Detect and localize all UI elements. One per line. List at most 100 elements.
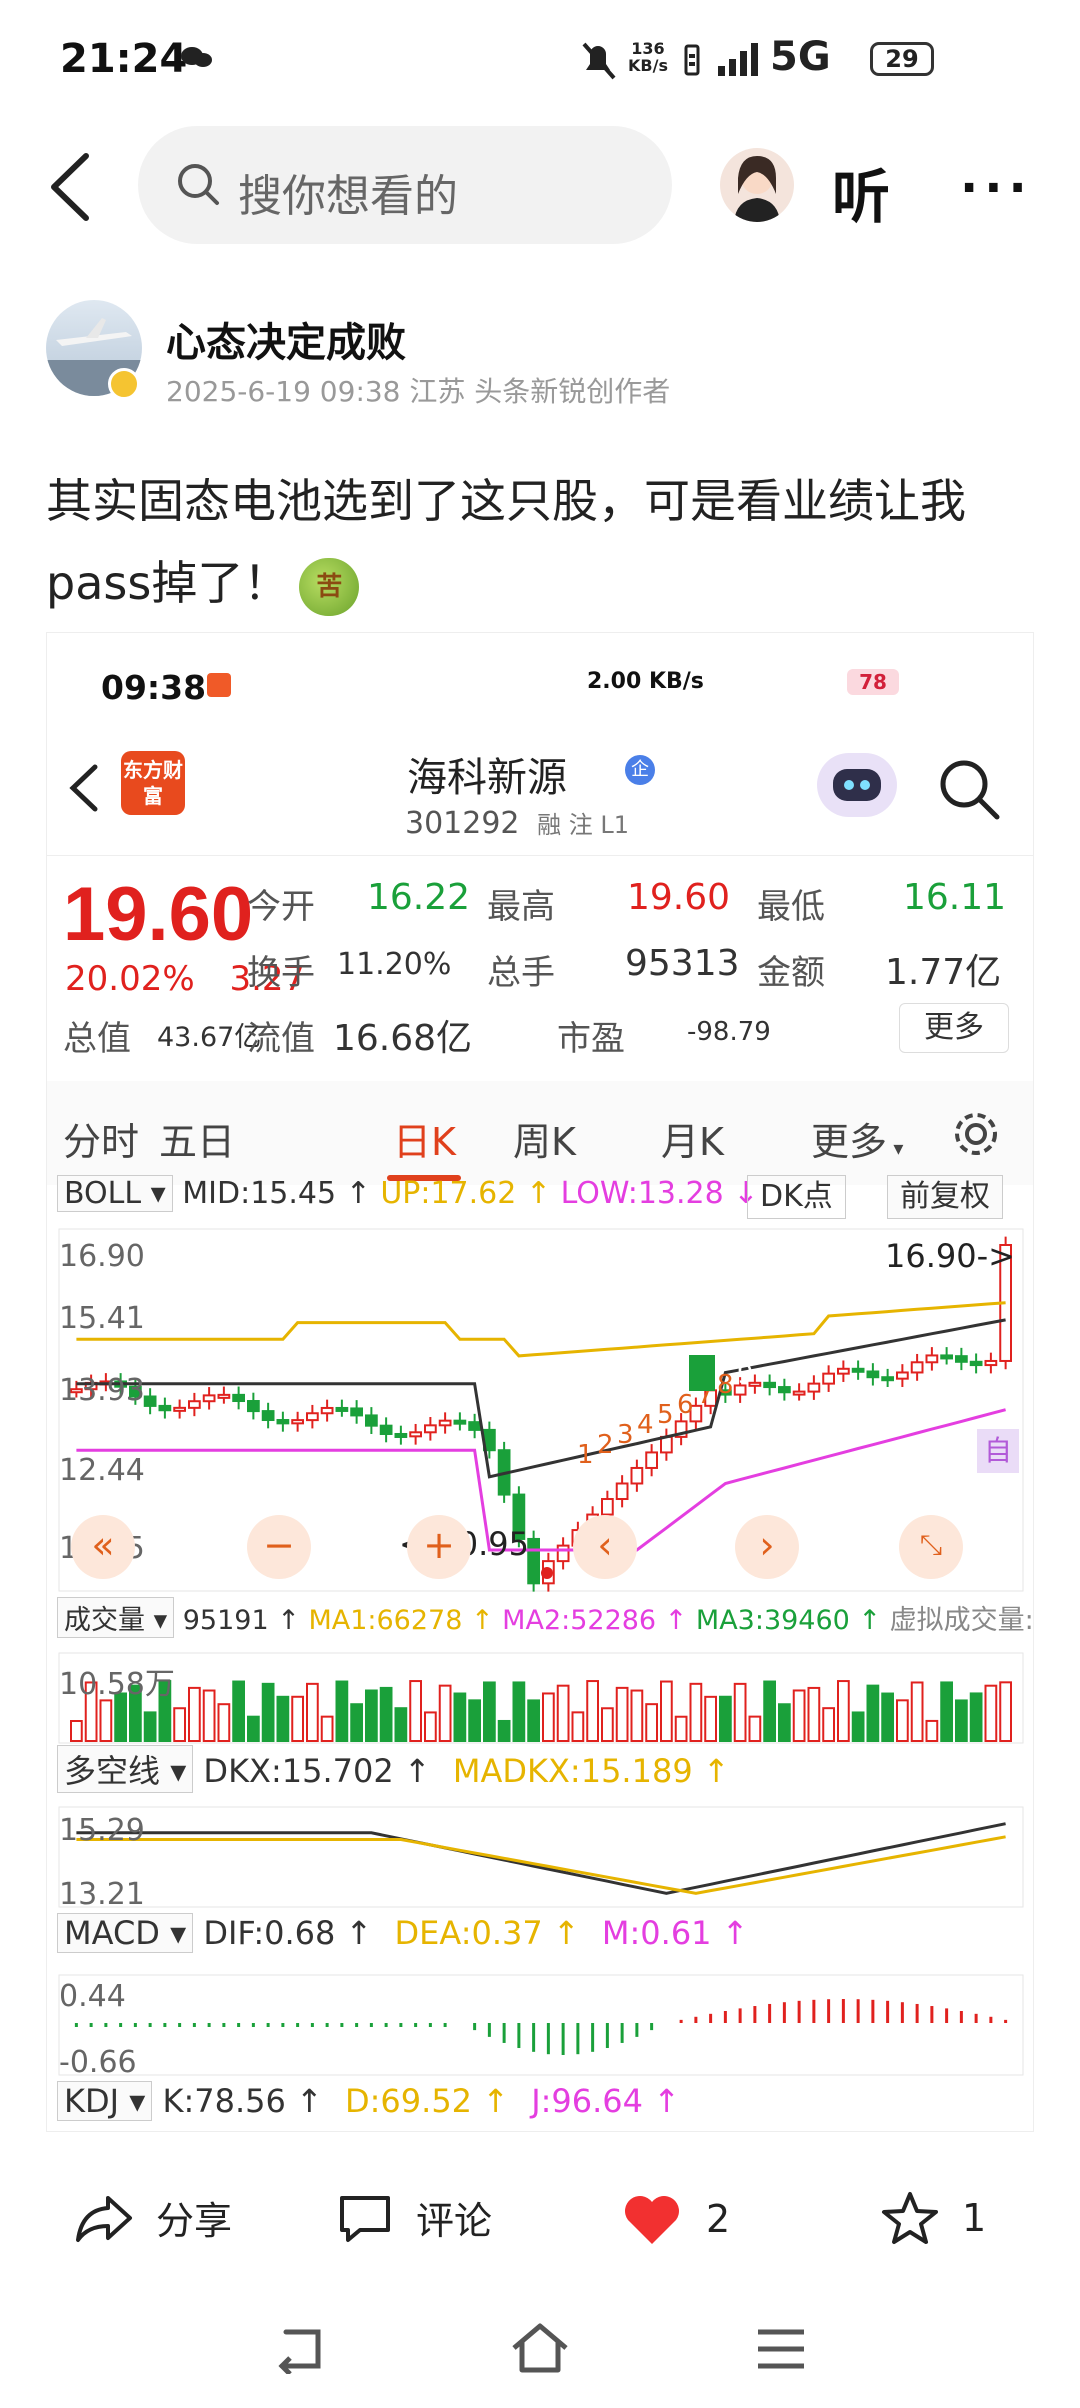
candle-body <box>969 1360 983 1367</box>
volume-bar <box>615 1686 629 1743</box>
candle-body <box>409 1431 422 1438</box>
volume-bar <box>940 1681 953 1742</box>
kdj-selector[interactable]: KDJ ▾ <box>57 2081 153 2121</box>
search-icon <box>178 164 219 205</box>
high-marker: 16.90-> <box>885 1237 1015 1275</box>
nav-home-icon[interactable] <box>508 2320 572 2376</box>
volume-name: 成交量 <box>64 1605 145 1636</box>
candle-body <box>394 1432 408 1438</box>
dkx-value: DKX:15.702 ↑ <box>203 1752 431 1790</box>
volume-bar <box>232 1680 245 1743</box>
comment-label: 评论 <box>416 2199 493 2243</box>
comment-button[interactable]: 评论 <box>336 2190 492 2245</box>
volume-bar <box>512 1681 526 1743</box>
candle-body <box>468 1421 481 1431</box>
candle-body <box>556 1544 570 1563</box>
candle-body <box>424 1424 437 1434</box>
creator-badge-icon <box>108 368 140 400</box>
volume-bar <box>217 1703 231 1743</box>
zoom-plus-button[interactable]: + <box>407 1515 471 1579</box>
nav-back-icon[interactable] <box>272 2324 328 2374</box>
share-button[interactable]: 分享 <box>74 2190 232 2245</box>
signal-digit: 5 <box>657 1400 674 1430</box>
candle-body <box>202 1394 216 1403</box>
candle-body <box>645 1451 658 1469</box>
user-avatar[interactable] <box>720 148 794 222</box>
zoom-minus-button[interactable]: − <box>247 1515 311 1579</box>
candle-body <box>984 1359 998 1367</box>
author-name[interactable]: 心态决定成败 <box>166 310 406 368</box>
candle-body <box>601 1498 614 1516</box>
volume-bar <box>365 1689 378 1743</box>
volume-bar <box>896 1699 909 1742</box>
kdj-j: J:96.64 ↑ <box>531 2082 680 2120</box>
listen-button[interactable]: 听 <box>832 150 890 234</box>
scroll-right-button[interactable]: › <box>735 1515 799 1579</box>
candle-body <box>291 1419 304 1425</box>
volume-bar <box>350 1703 363 1743</box>
volume-bar <box>645 1703 658 1743</box>
fullscreen-button[interactable]: ⤡ <box>899 1515 963 1579</box>
signal-digit: 9 <box>737 1360 754 1390</box>
star-icon <box>882 2192 938 2244</box>
dkx-selector[interactable]: 多空线 ▾ <box>57 1745 194 1793</box>
volume-bar <box>70 1720 83 1742</box>
candle-body <box>940 1354 953 1360</box>
volume-bar <box>925 1719 939 1743</box>
panel-frame <box>58 1806 1024 1908</box>
volume-bar <box>556 1684 570 1742</box>
dkx-axis-bottom: 13.21 <box>59 1877 145 1912</box>
candle-body <box>261 1410 275 1422</box>
favorite-button[interactable]: 1 <box>880 2190 986 2246</box>
volume-bar <box>910 1681 924 1742</box>
volume-bar <box>851 1711 865 1742</box>
kdj-name: KDJ <box>64 2082 120 2120</box>
heart-icon <box>625 2196 679 2244</box>
dkx-header: 多空线 ▾ DKX:15.702 ↑ MADKX:15.189 ↑ <box>57 1745 730 1793</box>
signal-digit: 8 <box>717 1370 734 1400</box>
volume-bar <box>438 1684 452 1742</box>
volume-bar <box>733 1682 747 1742</box>
like-button[interactable]: 2 <box>620 2190 730 2248</box>
mute-icon <box>582 42 616 80</box>
back-button[interactable] <box>46 150 96 224</box>
price-axis-4: 12.44 <box>59 1453 145 1488</box>
volume-bar <box>822 1707 835 1742</box>
candle-body <box>335 1406 349 1412</box>
volume-bar <box>969 1692 983 1743</box>
net-speed-unit: KB/s <box>628 56 668 75</box>
kline-chart[interactable]: 123456789 <box>47 633 1034 2132</box>
bitter-emoji-icon: 苦 <box>299 557 360 616</box>
dkx-name: 多空线 <box>64 1752 161 1790</box>
candle-body <box>217 1393 231 1399</box>
panel-frame <box>58 1228 1024 1592</box>
post-text: 其实固态电池选到了这只股，可是看业绩让我pass掉了！苦 <box>46 460 1036 624</box>
volume-bar <box>409 1680 422 1742</box>
more-button[interactable]: ··· <box>960 160 1033 216</box>
nav-menu-icon[interactable] <box>754 2326 808 2372</box>
volume-bar <box>999 1681 1012 1742</box>
candle-body <box>822 1372 835 1385</box>
candle-body <box>173 1406 186 1412</box>
signal-digit: 4 <box>637 1410 654 1440</box>
scroll-left-button[interactable]: ‹ <box>573 1515 637 1579</box>
macd-selector[interactable]: MACD ▾ <box>57 1913 194 1953</box>
status-time: 21:24 <box>60 36 188 82</box>
candle-body <box>851 1367 865 1373</box>
auto-tag: 自 <box>977 1429 1019 1473</box>
volume-bar <box>674 1715 688 1743</box>
candle-body <box>792 1390 806 1396</box>
macd-header: MACD ▾ DIF:0.68 ↑ DEA:0.37 ↑ M:0.61 ↑ <box>57 1913 749 1953</box>
volume-bar <box>704 1695 717 1742</box>
dkx-axis-top: 15.29 <box>59 1813 145 1848</box>
volume-bar <box>306 1682 319 1742</box>
volume-selector[interactable]: 成交量 ▾ <box>57 1597 175 1638</box>
volume-bar <box>542 1692 555 1743</box>
candle-body <box>276 1419 290 1425</box>
candle-body <box>188 1400 201 1409</box>
post-image[interactable]: 09:38 2.00 KB/s 78 东方财富 海科新源 企 301292 融 … <box>46 632 1034 2132</box>
candle-body <box>158 1404 172 1412</box>
zoom-out-far-button[interactable]: « <box>71 1515 135 1579</box>
search-bar[interactable]: 搜你想看的 <box>138 126 672 244</box>
volume-bar <box>202 1689 216 1742</box>
